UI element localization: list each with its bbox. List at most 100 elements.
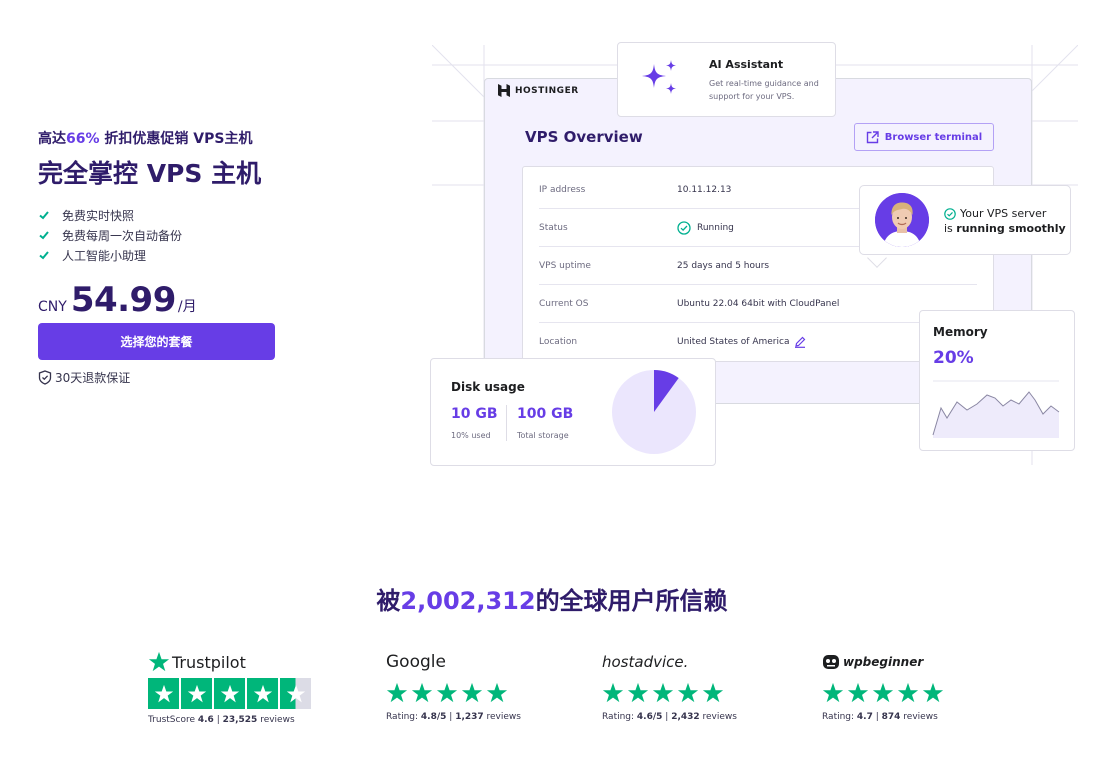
vps-overview-title: VPS Overview <box>525 128 643 146</box>
price-currency: CNY <box>38 299 67 315</box>
review-count-label: reviews <box>483 712 521 722</box>
person-avatar-icon <box>875 193 929 247</box>
check-icon <box>39 251 49 260</box>
separator: | <box>213 715 223 725</box>
ai-assistant-title: AI Assistant <box>709 58 784 71</box>
browser-terminal-label: Browser terminal <box>884 131 983 143</box>
star-icon <box>247 678 278 709</box>
hostadvice-stars <box>602 682 737 704</box>
review-wpbeginner[interactable]: wpbeginner Rating: 4.7 | 874 reviews <box>822 648 947 722</box>
review-meta: TrustScore 4.6 | 23,525 reviews <box>148 715 311 725</box>
feature-item: 免费每周一次自动备份 <box>38 225 182 245</box>
status-is: is <box>944 222 957 235</box>
shield-check-icon <box>38 370 52 385</box>
promo-percent: 66% <box>66 131 100 147</box>
star-icon <box>652 682 674 703</box>
brand-name: HOSTINGER <box>515 85 579 96</box>
review-count-label: reviews <box>257 715 295 725</box>
review-count: 874 <box>881 712 901 722</box>
trustpilot-stars <box>148 678 311 709</box>
review-hostadvice[interactable]: hostadvice. Rating: 4.6/5 | 2,432 review… <box>602 648 737 722</box>
trustpilot-star-icon <box>148 651 170 672</box>
row-key: Current OS <box>539 298 589 309</box>
score-label: Rating: <box>386 712 421 722</box>
status-line-2: is running smoothly <box>944 222 1066 235</box>
row-value: Ubuntu 22.04 64bit with CloudPanel <box>677 298 840 309</box>
status-running: Running <box>697 222 734 233</box>
status-text: Your VPS server <box>960 207 1047 220</box>
disk-usage-title: Disk usage <box>451 380 525 394</box>
google-wordmark: Google <box>386 652 446 672</box>
star-icon <box>386 682 408 703</box>
star-icon <box>822 682 844 703</box>
star-icon <box>872 682 894 703</box>
status-line-1: Your VPS server <box>944 207 1046 220</box>
star-icon <box>411 682 433 703</box>
half-star-icon <box>280 678 311 709</box>
review-trustpilot[interactable]: Trustpilot TrustScore 4.6 | 23,525 revie… <box>148 648 311 725</box>
disk-total-value: 100 GB <box>517 406 574 422</box>
review-count: 23,525 <box>222 715 258 725</box>
price: CNY 54.99 /月 <box>38 280 197 320</box>
divider <box>506 405 507 441</box>
table-row: Location United States of America <box>539 323 977 361</box>
wpbeginner-wordmark: wpbeginner <box>843 655 924 669</box>
row-value: United States of America <box>677 336 812 348</box>
disk-used-label: 10% used <box>451 431 491 440</box>
page-title: 完全掌控 VPS 主机 <box>38 159 262 188</box>
star-icon <box>922 682 944 703</box>
pencil-icon[interactable] <box>794 336 806 348</box>
memory-value: 20% <box>933 348 974 368</box>
feature-list: 免费实时快照 免费每周一次自动备份 人工智能小助理 <box>38 205 182 265</box>
feature-item: 免费实时快照 <box>38 205 182 225</box>
check-icon <box>39 211 49 220</box>
score-value: 4.6/5 <box>636 712 663 722</box>
separator: | <box>446 712 456 722</box>
row-value: 10.11.12.13 <box>677 184 732 195</box>
external-link-icon <box>866 130 879 143</box>
trust-headline: 被2,002,312的全球用户所信赖 <box>0 581 1104 616</box>
star-icon <box>461 682 483 703</box>
hostadvice-logo: hostadvice. <box>602 648 737 676</box>
disk-usage-pie <box>612 370 696 454</box>
review-count: 1,237 <box>455 712 484 722</box>
sparkle-icon <box>642 60 676 94</box>
choose-plan-button[interactable]: 选择您的套餐 <box>38 323 275 360</box>
review-count-label: reviews <box>900 712 938 722</box>
feature-label: 免费实时快照 <box>62 208 135 223</box>
star-icon <box>436 682 458 703</box>
star-icon <box>214 678 245 709</box>
score-label: TrustScore <box>148 715 198 725</box>
hostinger-logo-icon <box>498 84 510 97</box>
check-circle-icon <box>944 207 956 220</box>
hostinger-logo: HOSTINGER <box>498 84 579 97</box>
hostadvice-wordmark: hostadvice. <box>602 653 689 671</box>
review-meta: Rating: 4.6/5 | 2,432 reviews <box>602 712 737 722</box>
guarantee-label: 30天退款保证 <box>55 371 131 385</box>
location-value: United States of America <box>677 337 790 347</box>
row-key: IP address <box>539 184 586 195</box>
separator: | <box>872 712 882 722</box>
row-key: VPS uptime <box>539 260 591 271</box>
trust-suffix: 的全球用户所信赖 <box>535 587 728 615</box>
star-icon <box>702 682 724 703</box>
row-value: Running <box>677 220 734 235</box>
score-value: 4.7 <box>856 712 873 722</box>
score-value: 4.8/5 <box>420 712 447 722</box>
feature-item: 人工智能小助理 <box>38 245 182 265</box>
avatar <box>875 193 929 247</box>
trust-prefix: 被 <box>376 587 401 615</box>
trustpilot-wordmark: Trustpilot <box>172 652 246 672</box>
score-label: Rating: <box>822 712 857 722</box>
status-bold: running smoothly <box>956 222 1066 235</box>
google-logo: Google <box>386 648 521 676</box>
ai-assistant-description: Get real-time guidance and support for y… <box>709 79 819 101</box>
disk-total-label: Total storage <box>517 431 569 440</box>
review-google[interactable]: Google Rating: 4.8/5 | 1,237 reviews <box>386 648 521 722</box>
wpbeginner-logo: wpbeginner <box>822 648 947 676</box>
star-icon <box>602 682 624 703</box>
browser-terminal-button[interactable]: Browser terminal <box>854 123 994 151</box>
wpbeginner-mascot-icon <box>823 655 839 669</box>
price-period: /月 <box>177 299 197 315</box>
separator: | <box>662 712 672 722</box>
